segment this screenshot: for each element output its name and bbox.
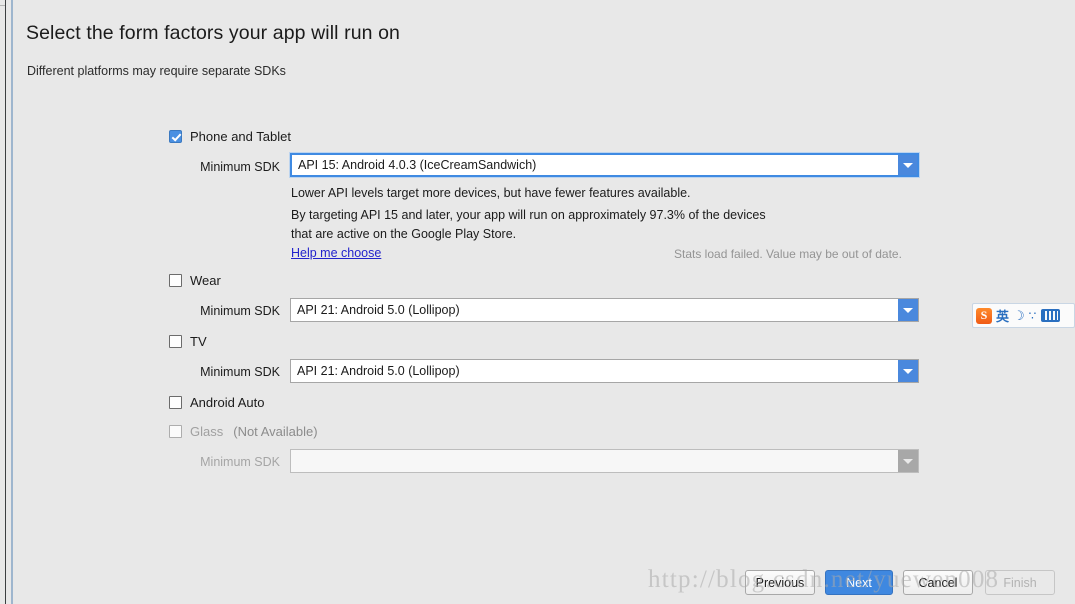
label-minimum-sdk-phone: Minimum SDK xyxy=(153,160,280,174)
checkbox-label-phone-and-tablet: Phone and Tablet xyxy=(190,129,291,144)
checkbox-row-phone-and-tablet[interactable]: Phone and Tablet xyxy=(169,129,291,144)
checkbox-row-tv[interactable]: TV xyxy=(169,334,207,349)
combobox-minimum-sdk-glass xyxy=(290,449,919,473)
page-title: Select the form factors your app will ru… xyxy=(26,22,400,45)
ime-toolbar[interactable]: S 英 ☽ ∵ xyxy=(972,303,1075,328)
combobox-value-wear: API 21: Android 5.0 (Lollipop) xyxy=(291,299,898,321)
checkbox-android-auto[interactable] xyxy=(169,396,182,409)
help-me-choose-link[interactable]: Help me choose xyxy=(291,246,381,260)
checkbox-label-glass: Glass xyxy=(190,424,223,439)
label-minimum-sdk-glass: Minimum SDK xyxy=(153,455,280,469)
wizard-page: Select the form factors your app will ru… xyxy=(13,0,1075,604)
next-button[interactable]: Next xyxy=(825,570,893,595)
checkbox-wear[interactable] xyxy=(169,274,182,287)
desc-targeting-line2: that are active on the Google Play Store… xyxy=(291,227,516,241)
ime-language-toggle[interactable]: 英 xyxy=(996,306,1009,325)
cancel-button[interactable]: Cancel xyxy=(903,570,973,595)
checkbox-row-android-auto[interactable]: Android Auto xyxy=(169,395,264,410)
checkbox-phone-and-tablet[interactable] xyxy=(169,130,182,143)
combobox-minimum-sdk-tv[interactable]: API 21: Android 5.0 (Lollipop) xyxy=(290,359,919,383)
label-minimum-sdk-tv: Minimum SDK xyxy=(153,365,280,379)
chevron-down-icon xyxy=(898,450,918,472)
chevron-down-icon[interactable] xyxy=(898,360,918,382)
sogou-logo-icon[interactable]: S xyxy=(976,308,992,324)
previous-button[interactable]: Previous xyxy=(745,570,815,595)
keyboard-icon[interactable] xyxy=(1041,309,1060,322)
menu-dots-icon[interactable]: ∵ xyxy=(1029,309,1038,323)
label-minimum-sdk-wear: Minimum SDK xyxy=(153,304,280,318)
checkbox-glass xyxy=(169,425,182,438)
combobox-value-tv: API 21: Android 5.0 (Lollipop) xyxy=(291,360,898,382)
combobox-minimum-sdk-phone[interactable]: API 15: Android 4.0.3 (IceCreamSandwich) xyxy=(290,153,919,177)
window-left-border xyxy=(5,0,6,604)
combobox-value-glass xyxy=(291,450,898,472)
combobox-value-phone: API 15: Android 4.0.3 (IceCreamSandwich) xyxy=(292,155,898,175)
chevron-down-icon[interactable] xyxy=(898,299,918,321)
glass-not-available-note: (Not Available) xyxy=(233,424,317,439)
stats-load-failed-message: Stats load failed. Value may be out of d… xyxy=(674,247,902,261)
checkbox-label-tv: TV xyxy=(190,334,207,349)
checkbox-row-wear[interactable]: Wear xyxy=(169,273,221,288)
desc-lower-api-levels: Lower API levels target more devices, bu… xyxy=(291,186,691,200)
page-subtitle: Different platforms may require separate… xyxy=(27,64,286,78)
checkbox-row-glass: Glass (Not Available) xyxy=(169,424,318,439)
finish-button: Finish xyxy=(985,570,1055,595)
checkbox-tv[interactable] xyxy=(169,335,182,348)
checkbox-label-android-auto: Android Auto xyxy=(190,395,264,410)
desc-targeting-line1: By targeting API 15 and later, your app … xyxy=(291,208,766,222)
combobox-minimum-sdk-wear[interactable]: API 21: Android 5.0 (Lollipop) xyxy=(290,298,919,322)
checkbox-label-wear: Wear xyxy=(190,273,221,288)
moon-icon[interactable]: ☽ xyxy=(1013,308,1025,324)
chevron-down-icon[interactable] xyxy=(898,155,917,175)
